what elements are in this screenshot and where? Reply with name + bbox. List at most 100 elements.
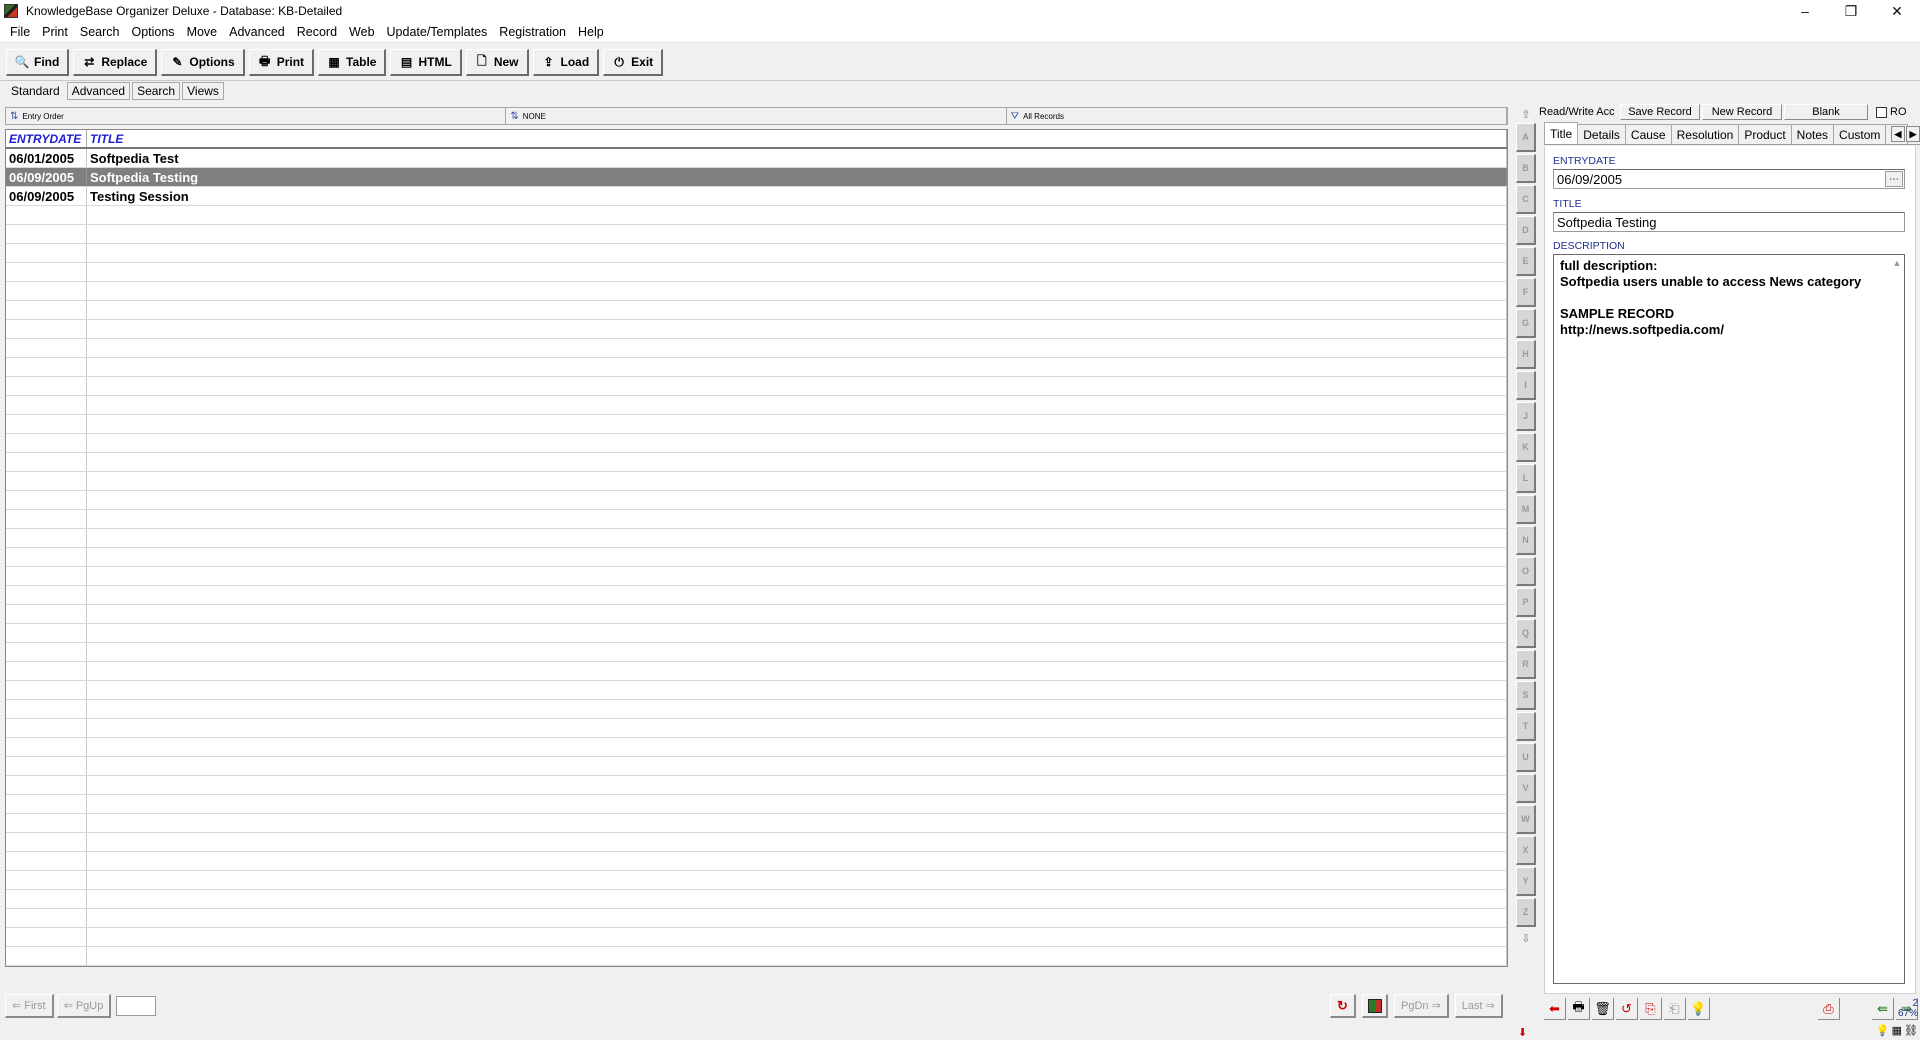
print-button[interactable]: 🖶 Print <box>248 49 315 76</box>
readonly-checkbox[interactable]: RO <box>1876 106 1907 118</box>
load-button[interactable]: ⇪ Load <box>532 49 600 76</box>
first-button[interactable]: ⇐ First <box>5 994 54 1018</box>
app-icon <box>4 4 18 18</box>
copy-record-icon[interactable]: ⎘ <box>1640 998 1662 1020</box>
record-tab-custom[interactable]: Custom <box>1833 124 1887 144</box>
find-button[interactable]: 🔍 Find <box>6 49 70 76</box>
table-row[interactable]: 06/09/2005 Testing Session <box>6 187 1507 206</box>
entrydate-field[interactable]: 06/09/2005 ⋯ <box>1553 169 1905 189</box>
alpha-k-button[interactable]: K <box>1516 433 1536 462</box>
menu-advanced[interactable]: Advanced <box>223 25 291 39</box>
alpha-m-button[interactable]: M <box>1516 495 1536 524</box>
menu-options[interactable]: Options <box>125 25 180 39</box>
menu-update-templates[interactable]: Update/Templates <box>381 25 494 39</box>
alpha-s-button[interactable]: S <box>1516 681 1536 710</box>
menu-file[interactable]: File <box>4 25 36 39</box>
undo-icon[interactable]: ↺ <box>1616 998 1638 1020</box>
record-tab-title[interactable]: Title <box>1544 122 1579 144</box>
minimize-button[interactable]: – <box>1782 0 1828 22</box>
alpha-o-button[interactable]: O <box>1516 557 1536 586</box>
tab-scroll-right-icon[interactable]: ▶ <box>1906 126 1920 142</box>
filter-none[interactable]: ⇅ NONE <box>506 108 1007 124</box>
new-record-button[interactable]: New Record <box>1702 104 1782 120</box>
empty-row <box>6 662 1507 681</box>
view-tab-search[interactable]: Search <box>132 82 181 100</box>
alpha-f-button[interactable]: F <box>1516 278 1536 307</box>
view-tab-advanced[interactable]: Advanced <box>66 82 131 100</box>
record-number-input[interactable] <box>116 996 157 1016</box>
lightbulb-icon[interactable]: 💡 <box>1688 998 1710 1020</box>
print-record-icon[interactable]: 🖶 <box>1568 998 1590 1020</box>
export-icon[interactable]: ⎙ <box>1818 998 1840 1020</box>
alpha-c-button[interactable]: C <box>1516 185 1536 214</box>
restore-button[interactable]: ❐ <box>1828 0 1874 22</box>
menu-web[interactable]: Web <box>343 25 380 39</box>
description-field[interactable]: full description: Softpedia users unable … <box>1553 254 1905 984</box>
menu-registration[interactable]: Registration <box>493 25 572 39</box>
record-tab-details[interactable]: Details <box>1577 124 1626 144</box>
alpha-v-button[interactable]: V <box>1516 774 1536 803</box>
scroll-down-arrow-icon[interactable]: ⇩ <box>1515 929 1537 947</box>
last-button[interactable]: Last ⇒ <box>1454 994 1503 1018</box>
alpha-x-button[interactable]: X <box>1516 836 1536 865</box>
blank-button[interactable]: Blank <box>1784 104 1868 120</box>
table-row[interactable]: 06/01/2005 Softpedia Test <box>6 149 1507 168</box>
delete-icon[interactable]: 🗑 <box>1592 998 1614 1020</box>
alpha-l-button[interactable]: L <box>1516 464 1536 493</box>
paste-record-icon[interactable]: ⎗ <box>1664 998 1686 1020</box>
filter-all-records[interactable]: ⛛ All Records <box>1007 108 1507 124</box>
pgdn-button[interactable]: PgDn ⇒ <box>1394 994 1449 1018</box>
new-button[interactable]: 🗋 New <box>465 49 529 76</box>
tab-scroll-left-icon[interactable]: ◀ <box>1891 126 1905 142</box>
alpha-i-button[interactable]: I <box>1516 371 1536 400</box>
alpha-z-button[interactable]: Z <box>1516 898 1536 927</box>
record-tab-product[interactable]: Product <box>1738 124 1792 144</box>
save-record-button[interactable]: Save Record <box>1620 104 1700 120</box>
menu-move[interactable]: Move <box>181 25 224 39</box>
table-row[interactable]: 06/09/2005 Softpedia Testing <box>6 168 1507 187</box>
title-field[interactable]: Softpedia Testing <box>1553 212 1905 232</box>
alpha-p-button[interactable]: P <box>1516 588 1536 617</box>
alpha-j-button[interactable]: J <box>1516 402 1536 431</box>
scroll-up-icon[interactable]: ▲ <box>1890 255 1904 271</box>
replace-button[interactable]: ⇄ Replace <box>73 49 158 76</box>
alpha-e-button[interactable]: E <box>1516 247 1536 276</box>
refresh-button[interactable]: ↻ <box>1330 994 1356 1018</box>
column-header-title[interactable]: TITLE <box>87 130 1507 147</box>
alpha-n-button[interactable]: N <box>1516 526 1536 555</box>
html-button[interactable]: ▤ HTML <box>390 49 462 76</box>
alpha-h-button[interactable]: H <box>1516 340 1536 369</box>
alpha-w-button[interactable]: W <box>1516 805 1536 834</box>
options-button[interactable]: ✎ Options <box>161 49 245 76</box>
color-grid-button[interactable] <box>1362 994 1388 1018</box>
menu-help[interactable]: Help <box>572 25 610 39</box>
alpha-y-button[interactable]: Y <box>1516 867 1536 896</box>
alpha-u-button[interactable]: U <box>1516 743 1536 772</box>
replace-label: Replace <box>101 55 148 69</box>
table-button[interactable]: ▦ Table <box>318 49 387 76</box>
description-scrollbar[interactable]: ▲ <box>1890 255 1904 983</box>
close-button[interactable]: ✕ <box>1874 0 1920 22</box>
menu-search[interactable]: Search <box>74 25 126 39</box>
record-tab-notes[interactable]: Notes <box>1790 124 1835 144</box>
menu-record[interactable]: Record <box>291 25 343 39</box>
alpha-g-button[interactable]: G <box>1516 309 1536 338</box>
view-tab-views[interactable]: Views <box>182 82 224 100</box>
record-tab-cause[interactable]: Cause <box>1624 124 1672 144</box>
column-header-entrydate[interactable]: ENTRYDATE <box>6 130 87 147</box>
alpha-b-button[interactable]: B <box>1516 154 1536 183</box>
back-arrow-icon[interactable]: ⬅ <box>1544 998 1566 1020</box>
exit-button[interactable]: ⏻ Exit <box>603 49 664 76</box>
alpha-q-button[interactable]: Q <box>1516 619 1536 648</box>
date-picker-button[interactable]: ⋯ <box>1885 171 1903 187</box>
alpha-t-button[interactable]: T <box>1516 712 1536 741</box>
alpha-d-button[interactable]: D <box>1516 216 1536 245</box>
menu-print[interactable]: Print <box>36 25 74 39</box>
record-tab-resolution[interactable]: Resolution <box>1670 124 1740 144</box>
pgup-button[interactable]: ⇐ PgUp <box>56 994 112 1018</box>
alpha-a-button[interactable]: A <box>1516 123 1536 152</box>
alpha-r-button[interactable]: R <box>1516 650 1536 679</box>
filter-entry-order[interactable]: ⇅ Entry Order <box>6 108 507 124</box>
scroll-up-arrow-icon[interactable]: ⇧ <box>1515 105 1537 123</box>
view-tab-standard[interactable]: Standard <box>6 82 65 100</box>
